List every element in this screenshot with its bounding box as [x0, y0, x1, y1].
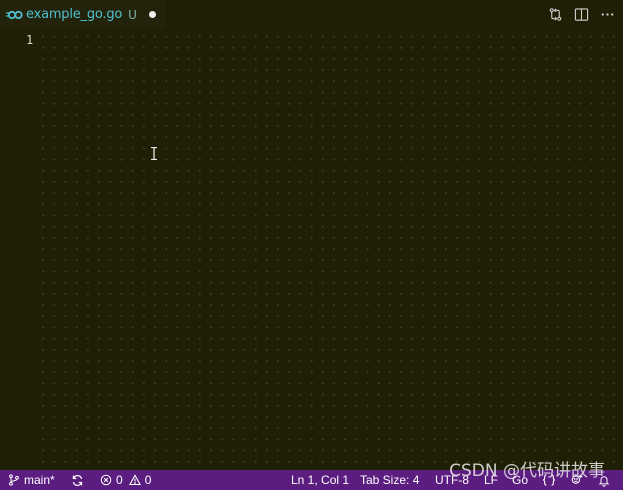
tab-filename: example_go.go — [26, 7, 123, 22]
text-cursor-icon — [151, 147, 157, 160]
error-count: 0 — [116, 473, 123, 487]
tab-size-text: Tab Size: 4 — [360, 473, 420, 487]
sync-icon — [72, 474, 83, 486]
problems-indicator[interactable]: 0 0 — [100, 470, 151, 490]
unsaved-dot-icon[interactable] — [148, 11, 156, 18]
untracked-badge: U — [128, 7, 137, 22]
watermark: CSDN @代码讲故事 — [449, 461, 605, 481]
cursor-position[interactable]: Ln 1, Col 1 — [291, 470, 349, 490]
editor-actions — [547, 0, 615, 29]
go-file-icon — [6, 10, 23, 19]
branch-name: main* — [24, 473, 55, 487]
cursor-position-text: Ln 1, Col 1 — [291, 473, 350, 487]
more-actions-icon[interactable] — [599, 7, 615, 23]
tab-example-go[interactable]: example_go.go U — [0, 0, 166, 29]
warning-count: 0 — [144, 473, 152, 487]
warning-icon — [128, 474, 141, 486]
split-editor-icon[interactable] — [573, 7, 589, 23]
sync-button[interactable] — [71, 470, 88, 490]
line-number-gutter: 1 — [0, 29, 40, 470]
git-branch-icon — [9, 474, 19, 486]
tab-bar: example_go.go U — [0, 0, 623, 29]
branch-indicator[interactable]: main* — [8, 470, 55, 490]
line-number: 1 — [26, 33, 34, 47]
error-icon — [100, 474, 112, 486]
tab-size-selector[interactable]: Tab Size: 4 — [360, 470, 419, 490]
editor-window: example_go.go U 1 main* 0 0 Ln 1, Col 1 … — [0, 0, 623, 490]
code-editor[interactable]: 1 — [0, 29, 623, 470]
open-changes-icon[interactable] — [547, 7, 563, 23]
